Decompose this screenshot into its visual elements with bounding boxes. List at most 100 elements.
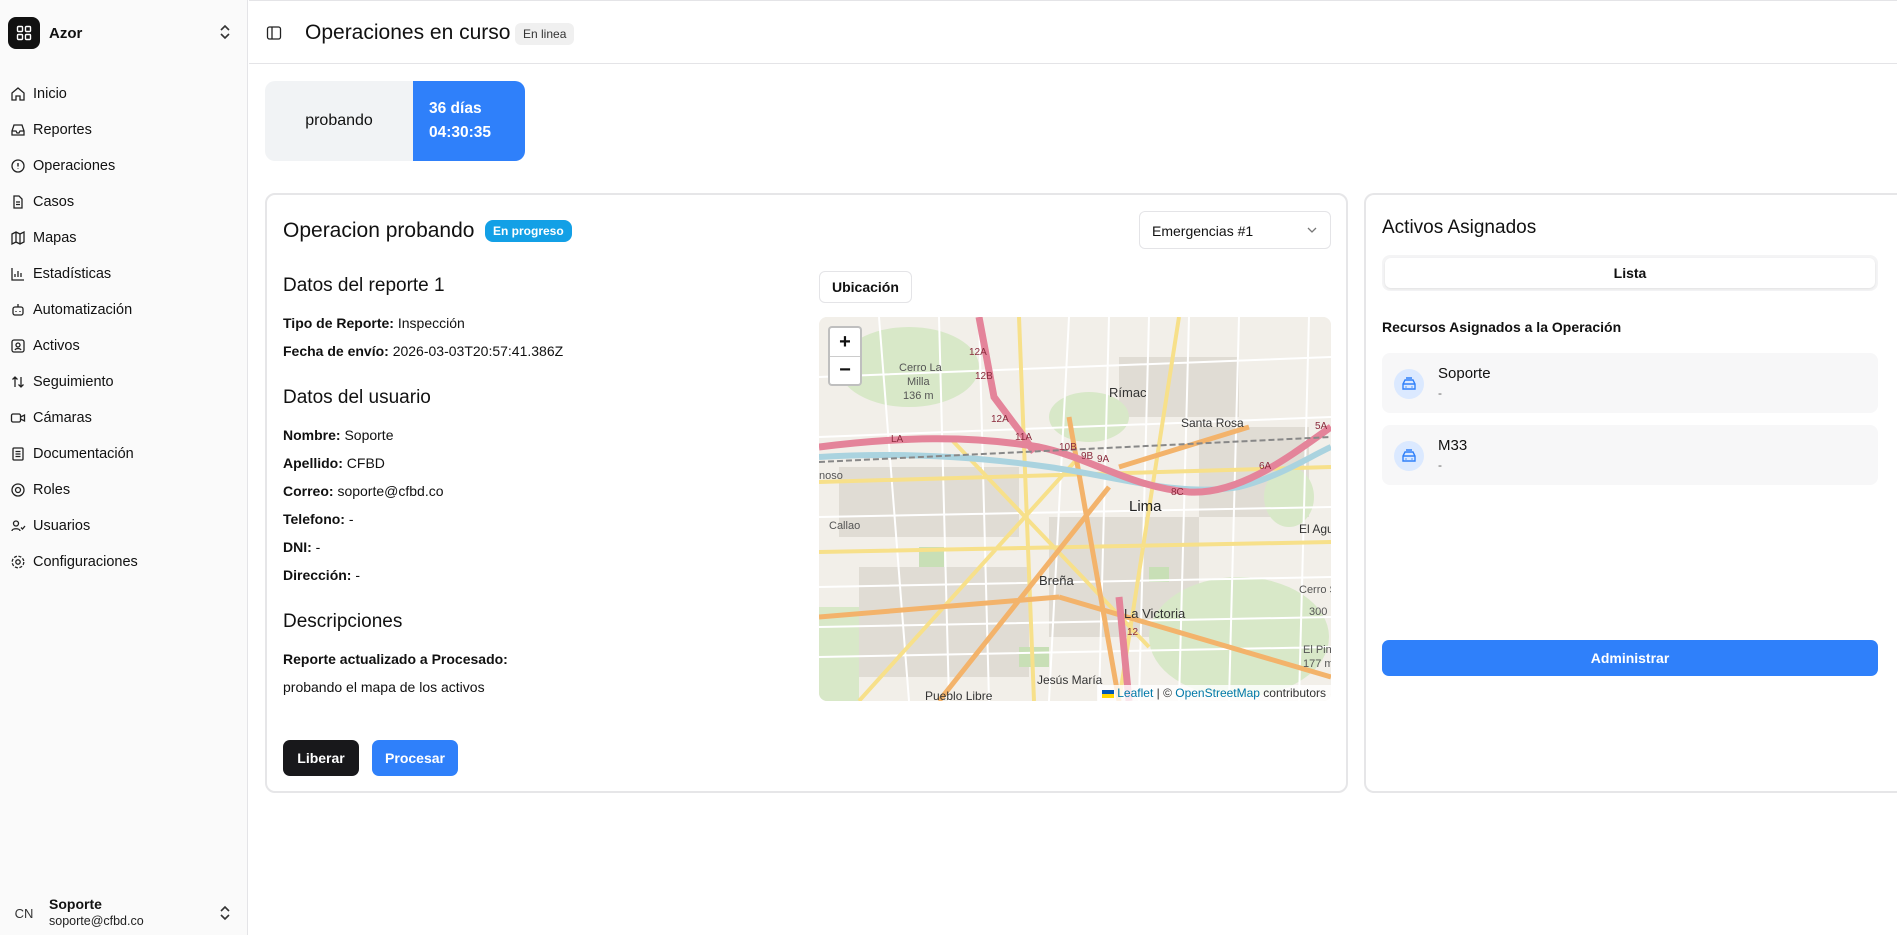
release-button[interactable]: Liberar <box>283 740 359 776</box>
sidebar-item-reportes[interactable]: Reportes <box>8 112 240 148</box>
sidebar-item-label: Mapas <box>33 230 77 246</box>
field-value: Inspección <box>397 315 465 331</box>
alert-circle-icon <box>11 159 25 173</box>
sidebar-item-operaciones[interactable]: Operaciones <box>8 148 240 184</box>
emergency-select-value: Emergencias #1 <box>1152 223 1254 239</box>
sidebar-item-label: Cámaras <box>33 410 92 426</box>
sidebar-item-label: Configuraciones <box>33 554 138 570</box>
sidebar-item-estadisticas[interactable]: Estadísticas <box>8 256 240 292</box>
osm-link[interactable]: OpenStreetMap <box>1175 686 1260 700</box>
inbox-icon <box>11 124 25 136</box>
operation-chip-name: probando <box>265 81 413 161</box>
sidebar-item-roles[interactable]: Roles <box>8 472 240 508</box>
field-label: Dirección: <box>283 567 352 583</box>
file-text-icon <box>13 195 23 209</box>
sidebar-item-label: Estadísticas <box>33 266 112 282</box>
manage-button[interactable]: Administrar <box>1382 640 1878 676</box>
chevrons-up-down-icon <box>220 905 230 921</box>
user-field-telefono: Telefono: - <box>283 511 354 527</box>
bar-chart-icon <box>11 268 24 281</box>
map-label: 177 m <box>1303 658 1331 670</box>
road-label: 8C <box>1171 487 1184 498</box>
description-text: probando el mapa de los activos <box>283 679 485 695</box>
field-value: 2026-03-03T20:57:41.386Z <box>392 343 564 359</box>
asset-name: Soporte <box>1438 365 1491 382</box>
sidebar-item-casos[interactable]: Casos <box>8 184 240 220</box>
user-field-direccion: Dirección: - <box>283 567 360 583</box>
sidebar-nav: Inicio Reportes Operaciones Casos Mapas … <box>8 76 240 580</box>
field-label: Tipo de Reporte: <box>283 315 394 331</box>
road-label: 11A <box>1015 432 1032 443</box>
map-attribution: Leaflet | © OpenStreetMap contributors <box>1096 685 1331 701</box>
road-label: 9A <box>1097 454 1110 465</box>
operation-chip[interactable]: probando 36 días 04:30:35 <box>265 81 525 161</box>
sidebar-item-documentacion[interactable]: Documentación <box>8 436 240 472</box>
sidebar-item-label: Automatización <box>33 302 133 318</box>
map-label: Jesús María <box>1037 673 1103 687</box>
assets-card: Activos Asignados Lista Recursos Asignad… <box>1364 193 1897 793</box>
sidebar-item-label: Roles <box>33 482 71 498</box>
sidebar-item-configuraciones[interactable]: Configuraciones <box>8 544 240 580</box>
sidebar-toggle-icon[interactable] <box>266 25 282 41</box>
app-logo-icon <box>8 17 40 49</box>
sidebar-item-mapas[interactable]: Mapas <box>8 220 240 256</box>
status-badge: En progreso <box>485 220 572 242</box>
tab-lista[interactable]: Lista <box>1385 258 1875 288</box>
sidebar-item-seguimiento[interactable]: Seguimiento <box>8 364 240 400</box>
user-field-nombre: Nombre: Soporte <box>283 427 394 443</box>
sidebar-item-camaras[interactable]: Cámaras <box>8 400 240 436</box>
field-label: Apellido: <box>283 455 343 471</box>
sidebar-item-automatizacion[interactable]: Automatización <box>8 292 240 328</box>
emergency-select[interactable]: Emergencias #1 <box>1139 211 1331 249</box>
map[interactable]: Cerro La Milla 136 m Rímac Santa Rosa Li… <box>819 317 1331 701</box>
map-label: noso <box>819 470 843 482</box>
road-label: 10B <box>1059 442 1077 453</box>
field-label: Fecha de envío: <box>283 343 389 359</box>
process-button[interactable]: Procesar <box>372 740 458 776</box>
user-name: Soporte <box>49 896 102 912</box>
sidebar-item-usuarios[interactable]: Usuarios <box>8 508 240 544</box>
location-button[interactable]: Ubicación <box>819 271 912 303</box>
map-label: Lima <box>1129 498 1162 515</box>
field-value: - <box>355 567 361 583</box>
map-label: Santa Rosa <box>1181 416 1244 430</box>
arrow-up-down-icon <box>12 376 24 388</box>
user-field-correo: Correo: soporte@cfbd.co <box>283 483 444 499</box>
user-heading: Datos del usuario <box>283 387 431 408</box>
sidebar-item-activos[interactable]: Activos <box>8 328 240 364</box>
field-value: - <box>315 539 321 555</box>
sidebar-item-inicio[interactable]: Inicio <box>8 76 240 112</box>
timer-days: 36 días <box>429 100 482 117</box>
brand-switcher[interactable]: Azor <box>8 15 240 51</box>
asset-name: M33 <box>1438 437 1468 454</box>
notebook-icon <box>12 447 24 461</box>
asset-item[interactable]: Soporte - <box>1382 353 1878 413</box>
map-label: 136 m <box>903 390 934 402</box>
user-menu[interactable]: CN Soporte soporte@cfbd.co <box>8 893 240 933</box>
asset-item[interactable]: M33 - <box>1382 425 1878 485</box>
home-icon <box>11 87 25 101</box>
status-badge: En linea <box>515 23 575 45</box>
car-icon <box>1394 369 1424 399</box>
sidebar-item-label: Activos <box>33 338 80 354</box>
road-label: 12A <box>991 414 1009 425</box>
timer-clock: 04:30:35 <box>429 124 492 141</box>
map-label: Breña <box>1039 573 1074 588</box>
resources-title: Recursos Asignados a la Operación <box>1382 319 1622 335</box>
sidebar-item-label: Documentación <box>33 446 134 462</box>
leaflet-link[interactable]: Leaflet <box>1117 686 1153 700</box>
descriptions-heading: Descripciones <box>283 611 403 632</box>
chevron-down-icon <box>1307 227 1317 233</box>
field-label: Nombre: <box>283 427 341 443</box>
report-date-field: Fecha de envío: 2026-03-03T20:57:41.386Z <box>283 343 563 359</box>
attribution-suffix: contributors <box>1259 686 1326 700</box>
zoom-in-button[interactable]: + <box>830 328 860 356</box>
zoom-out-button[interactable]: − <box>830 356 860 384</box>
field-value: CFBD <box>346 455 385 471</box>
field-value: - <box>348 511 354 527</box>
avatar: CN <box>14 905 34 921</box>
road-label: 5A <box>1315 421 1328 432</box>
bot-icon <box>12 304 24 316</box>
road-label: 12 <box>1127 627 1139 638</box>
road-label: 6A <box>1259 461 1272 472</box>
